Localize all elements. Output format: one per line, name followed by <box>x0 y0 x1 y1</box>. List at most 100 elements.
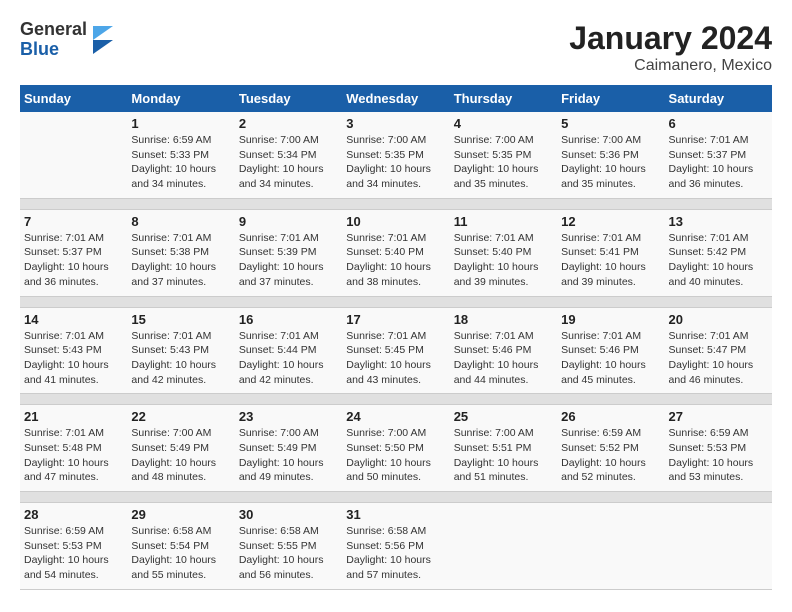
day-info: Sunrise: 6:58 AMSunset: 5:54 PMDaylight:… <box>131 524 230 583</box>
day-info: Sunrise: 7:01 AMSunset: 5:40 PMDaylight:… <box>346 231 445 290</box>
day-info: Sunrise: 7:00 AMSunset: 5:51 PMDaylight:… <box>454 426 553 485</box>
day-number: 6 <box>669 116 768 131</box>
day-info: Sunrise: 6:58 AMSunset: 5:56 PMDaylight:… <box>346 524 445 583</box>
day-info: Sunrise: 7:01 AMSunset: 5:46 PMDaylight:… <box>454 329 553 388</box>
calendar-week-row: 7 Sunrise: 7:01 AMSunset: 5:37 PMDaylight… <box>20 209 772 296</box>
day-info: Sunrise: 7:00 AMSunset: 5:34 PMDaylight:… <box>239 133 338 192</box>
day-of-week-header: Friday <box>557 85 664 112</box>
day-info: Sunrise: 7:00 AMSunset: 5:49 PMDaylight:… <box>239 426 338 485</box>
day-number: 23 <box>239 409 338 424</box>
calendar-cell: 18Sunrise: 7:01 AMSunset: 5:46 PMDayligh… <box>450 307 557 394</box>
week-separator <box>20 394 772 405</box>
week-separator <box>20 296 772 307</box>
calendar-cell: 6Sunrise: 7:01 AMSunset: 5:37 PMDaylight… <box>665 112 772 198</box>
day-info: Sunrise: 7:01 AMSunset: 5:38 PMDaylight:… <box>131 231 230 290</box>
calendar-cell: 4 Sunrise: 7:00 AMSunset: 5:35 PMDaylight… <box>450 112 557 198</box>
day-number: 20 <box>669 312 768 327</box>
calendar-week-row: 1 Sunrise: 6:59 AMSunset: 5:33 PMDaylight… <box>20 112 772 198</box>
day-number: 1 <box>131 116 230 131</box>
calendar-cell: 1 Sunrise: 6:59 AMSunset: 5:33 PMDaylight… <box>127 112 234 198</box>
day-number: 19 <box>561 312 660 327</box>
calendar-cell: 17Sunrise: 7:01 AMSunset: 5:45 PMDayligh… <box>342 307 449 394</box>
calendar-cell: 29 Sunrise: 6:58 AMSunset: 5:54 PMDayligh… <box>127 503 234 590</box>
calendar-cell: 22Sunrise: 7:00 AMSunset: 5:49 PMDayligh… <box>127 405 234 492</box>
calendar-cell: 20 Sunrise: 7:01 AMSunset: 5:47 PMDayligh… <box>665 307 772 394</box>
calendar-cell: 9Sunrise: 7:01 AMSunset: 5:39 PMDaylight… <box>235 209 342 296</box>
calendar-cell: 14 Sunrise: 7:01 AMSunset: 5:43 PMDayligh… <box>20 307 127 394</box>
day-info: Sunrise: 7:01 AMSunset: 5:42 PMDaylight:… <box>669 231 768 290</box>
calendar-header-row: SundayMondayTuesdayWednesdayThursdayFrid… <box>20 85 772 112</box>
day-of-week-header: Saturday <box>665 85 772 112</box>
logo: General Blue <box>20 20 113 60</box>
calendar-cell: 27Sunrise: 6:59 AMSunset: 5:53 PMDayligh… <box>665 405 772 492</box>
calendar-cell: 31 Sunrise: 6:58 AMSunset: 5:56 PMDayligh… <box>342 503 449 590</box>
day-info: Sunrise: 7:01 AMSunset: 5:44 PMDaylight:… <box>239 329 338 388</box>
day-number: 5 <box>561 116 660 131</box>
calendar-cell: 23 Sunrise: 7:00 AMSunset: 5:49 PMDayligh… <box>235 405 342 492</box>
calendar-cell: 28Sunrise: 6:59 AMSunset: 5:53 PMDayligh… <box>20 503 127 590</box>
day-number: 31 <box>346 507 445 522</box>
day-number: 10 <box>346 214 445 229</box>
logo-text: General Blue <box>20 20 87 60</box>
logo-icon <box>89 26 113 54</box>
day-info: Sunrise: 7:00 AMSunset: 5:50 PMDaylight:… <box>346 426 445 485</box>
day-info: Sunrise: 7:00 AMSunset: 5:49 PMDaylight:… <box>131 426 230 485</box>
calendar-cell: 21 Sunrise: 7:01 AMSunset: 5:48 PMDayligh… <box>20 405 127 492</box>
day-number: 26 <box>561 409 660 424</box>
week-separator <box>20 492 772 503</box>
day-number: 11 <box>454 214 553 229</box>
calendar-cell: 8 Sunrise: 7:01 AMSunset: 5:38 PMDaylight… <box>127 209 234 296</box>
day-of-week-header: Wednesday <box>342 85 449 112</box>
page-header: General Blue January 2024 Caimanero, Mex… <box>20 20 772 75</box>
calendar-cell <box>557 503 664 590</box>
day-number: 29 <box>131 507 230 522</box>
day-number: 8 <box>131 214 230 229</box>
day-number: 17 <box>346 312 445 327</box>
calendar-cell: 13 Sunrise: 7:01 AMSunset: 5:42 PMDayligh… <box>665 209 772 296</box>
day-info: Sunrise: 7:00 AMSunset: 5:35 PMDaylight:… <box>454 133 553 192</box>
day-of-week-header: Thursday <box>450 85 557 112</box>
day-number: 4 <box>454 116 553 131</box>
calendar-cell: 16 Sunrise: 7:01 AMSunset: 5:44 PMDayligh… <box>235 307 342 394</box>
day-number: 12 <box>561 214 660 229</box>
calendar-cell <box>665 503 772 590</box>
calendar-week-row: 14 Sunrise: 7:01 AMSunset: 5:43 PMDayligh… <box>20 307 772 394</box>
day-number: 7 <box>24 214 123 229</box>
day-of-week-header: Monday <box>127 85 234 112</box>
day-info: Sunrise: 7:01 AMSunset: 5:41 PMDaylight:… <box>561 231 660 290</box>
day-info: Sunrise: 7:01 AMSunset: 5:40 PMDaylight:… <box>454 231 553 290</box>
day-number: 2 <box>239 116 338 131</box>
calendar-cell: 15Sunrise: 7:01 AMSunset: 5:43 PMDayligh… <box>127 307 234 394</box>
calendar-week-row: 21 Sunrise: 7:01 AMSunset: 5:48 PMDayligh… <box>20 405 772 492</box>
day-info: Sunrise: 6:58 AMSunset: 5:55 PMDaylight:… <box>239 524 338 583</box>
calendar-cell: 5Sunrise: 7:00 AMSunset: 5:36 PMDaylight… <box>557 112 664 198</box>
day-number: 9 <box>239 214 338 229</box>
calendar-cell <box>20 112 127 198</box>
day-number: 24 <box>346 409 445 424</box>
day-info: Sunrise: 7:01 AMSunset: 5:47 PMDaylight:… <box>669 329 768 388</box>
day-number: 21 <box>24 409 123 424</box>
day-info: Sunrise: 7:01 AMSunset: 5:43 PMDaylight:… <box>24 329 123 388</box>
calendar-cell: 26 Sunrise: 6:59 AMSunset: 5:52 PMDayligh… <box>557 405 664 492</box>
calendar-cell: 7 Sunrise: 7:01 AMSunset: 5:37 PMDaylight… <box>20 209 127 296</box>
day-info: Sunrise: 7:01 AMSunset: 5:48 PMDaylight:… <box>24 426 123 485</box>
day-number: 14 <box>24 312 123 327</box>
day-info: Sunrise: 7:01 AMSunset: 5:37 PMDaylight:… <box>24 231 123 290</box>
page-subtitle: Caimanero, Mexico <box>569 57 772 75</box>
day-info: Sunrise: 6:59 AMSunset: 5:53 PMDaylight:… <box>669 426 768 485</box>
day-number: 3 <box>346 116 445 131</box>
day-info: Sunrise: 7:00 AMSunset: 5:35 PMDaylight:… <box>346 133 445 192</box>
calendar-cell: 2 Sunrise: 7:00 AMSunset: 5:34 PMDaylight… <box>235 112 342 198</box>
day-number: 16 <box>239 312 338 327</box>
day-info: Sunrise: 7:01 AMSunset: 5:46 PMDaylight:… <box>561 329 660 388</box>
day-info: Sunrise: 6:59 AMSunset: 5:52 PMDaylight:… <box>561 426 660 485</box>
day-of-week-header: Tuesday <box>235 85 342 112</box>
day-number: 25 <box>454 409 553 424</box>
logo-blue: Blue <box>20 40 87 60</box>
calendar-cell: 3 Sunrise: 7:00 AMSunset: 5:35 PMDaylight… <box>342 112 449 198</box>
calendar-cell <box>450 503 557 590</box>
day-number: 13 <box>669 214 768 229</box>
day-number: 15 <box>131 312 230 327</box>
calendar-cell: 30Sunrise: 6:58 AMSunset: 5:55 PMDayligh… <box>235 503 342 590</box>
day-info: Sunrise: 6:59 AMSunset: 5:33 PMDaylight:… <box>131 133 230 192</box>
